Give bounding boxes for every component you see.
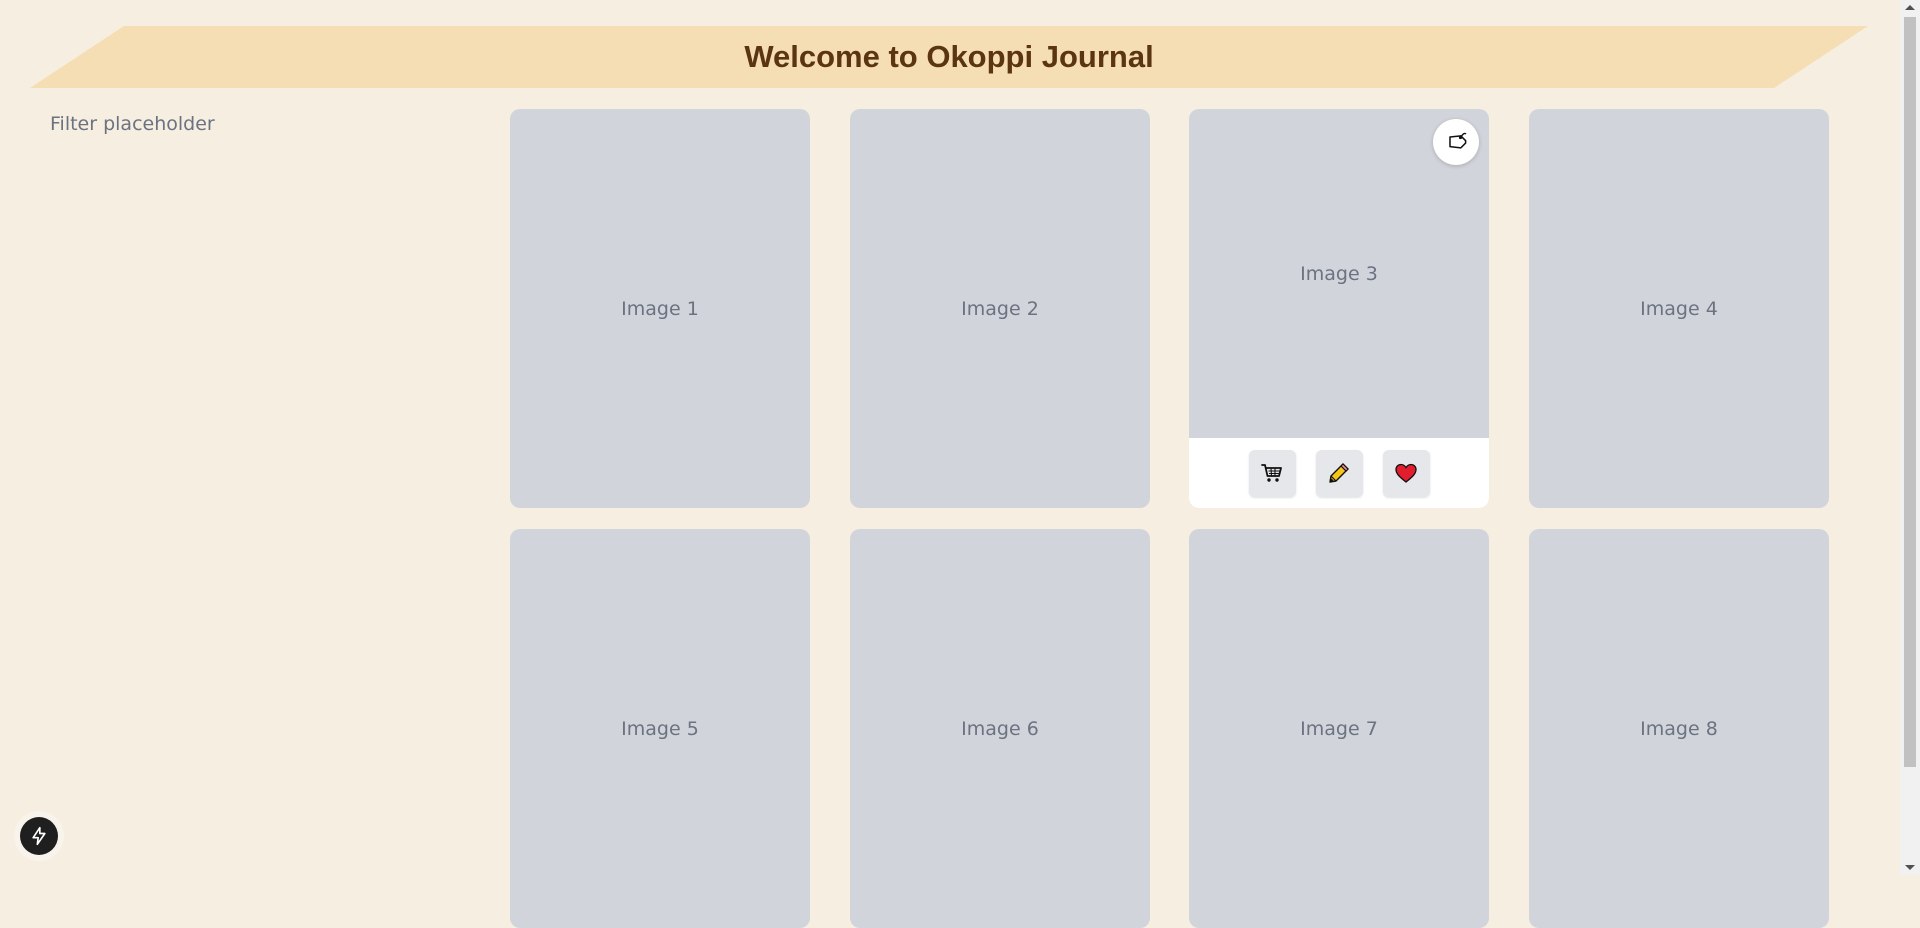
filter-placeholder: Filter placeholder xyxy=(50,113,215,135)
image-card[interactable]: Image 4 xyxy=(1529,109,1829,508)
image-card-hovered[interactable]: Image 3 xyxy=(1189,109,1489,508)
tag-button[interactable] xyxy=(1433,119,1479,165)
image-label: Image 7 xyxy=(1300,717,1378,740)
page-title: Welcome to Okoppi Journal xyxy=(744,39,1154,74)
favorite-button[interactable] xyxy=(1382,449,1430,497)
add-to-cart-button[interactable] xyxy=(1248,449,1296,497)
floating-action-button[interactable] xyxy=(20,817,58,855)
image-label: Image 5 xyxy=(621,717,699,740)
image-card[interactable]: Image 1 xyxy=(510,109,810,508)
image-card[interactable]: Image 6 xyxy=(850,529,1150,928)
image-card[interactable]: Image 8 xyxy=(1529,529,1829,928)
pencil-icon xyxy=(1329,463,1349,483)
image-label: Image 6 xyxy=(961,717,1039,740)
image-card[interactable]: Image 7 xyxy=(1189,529,1489,928)
header-banner: Welcome to Okoppi Journal xyxy=(30,26,1868,88)
tag-icon xyxy=(1449,132,1467,149)
card-action-bar xyxy=(1189,438,1489,508)
scrollbar-thumb[interactable] xyxy=(1904,17,1916,767)
image-label: Image 8 xyxy=(1640,717,1718,740)
image-card[interactable]: Image 2 xyxy=(850,109,1150,508)
image-label: Image 4 xyxy=(1640,297,1718,320)
image-label: Image 2 xyxy=(961,297,1039,320)
shopping-cart-icon xyxy=(1261,464,1282,482)
edit-button[interactable] xyxy=(1315,449,1363,497)
scroll-up-arrow[interactable] xyxy=(1905,5,1915,10)
heart-icon xyxy=(1395,463,1417,483)
lightning-icon xyxy=(32,826,46,846)
scroll-down-arrow[interactable] xyxy=(1905,865,1915,870)
image-label: Image 1 xyxy=(621,297,699,320)
image-card[interactable]: Image 5 xyxy=(510,529,810,928)
vertical-scrollbar[interactable] xyxy=(1900,0,1920,875)
